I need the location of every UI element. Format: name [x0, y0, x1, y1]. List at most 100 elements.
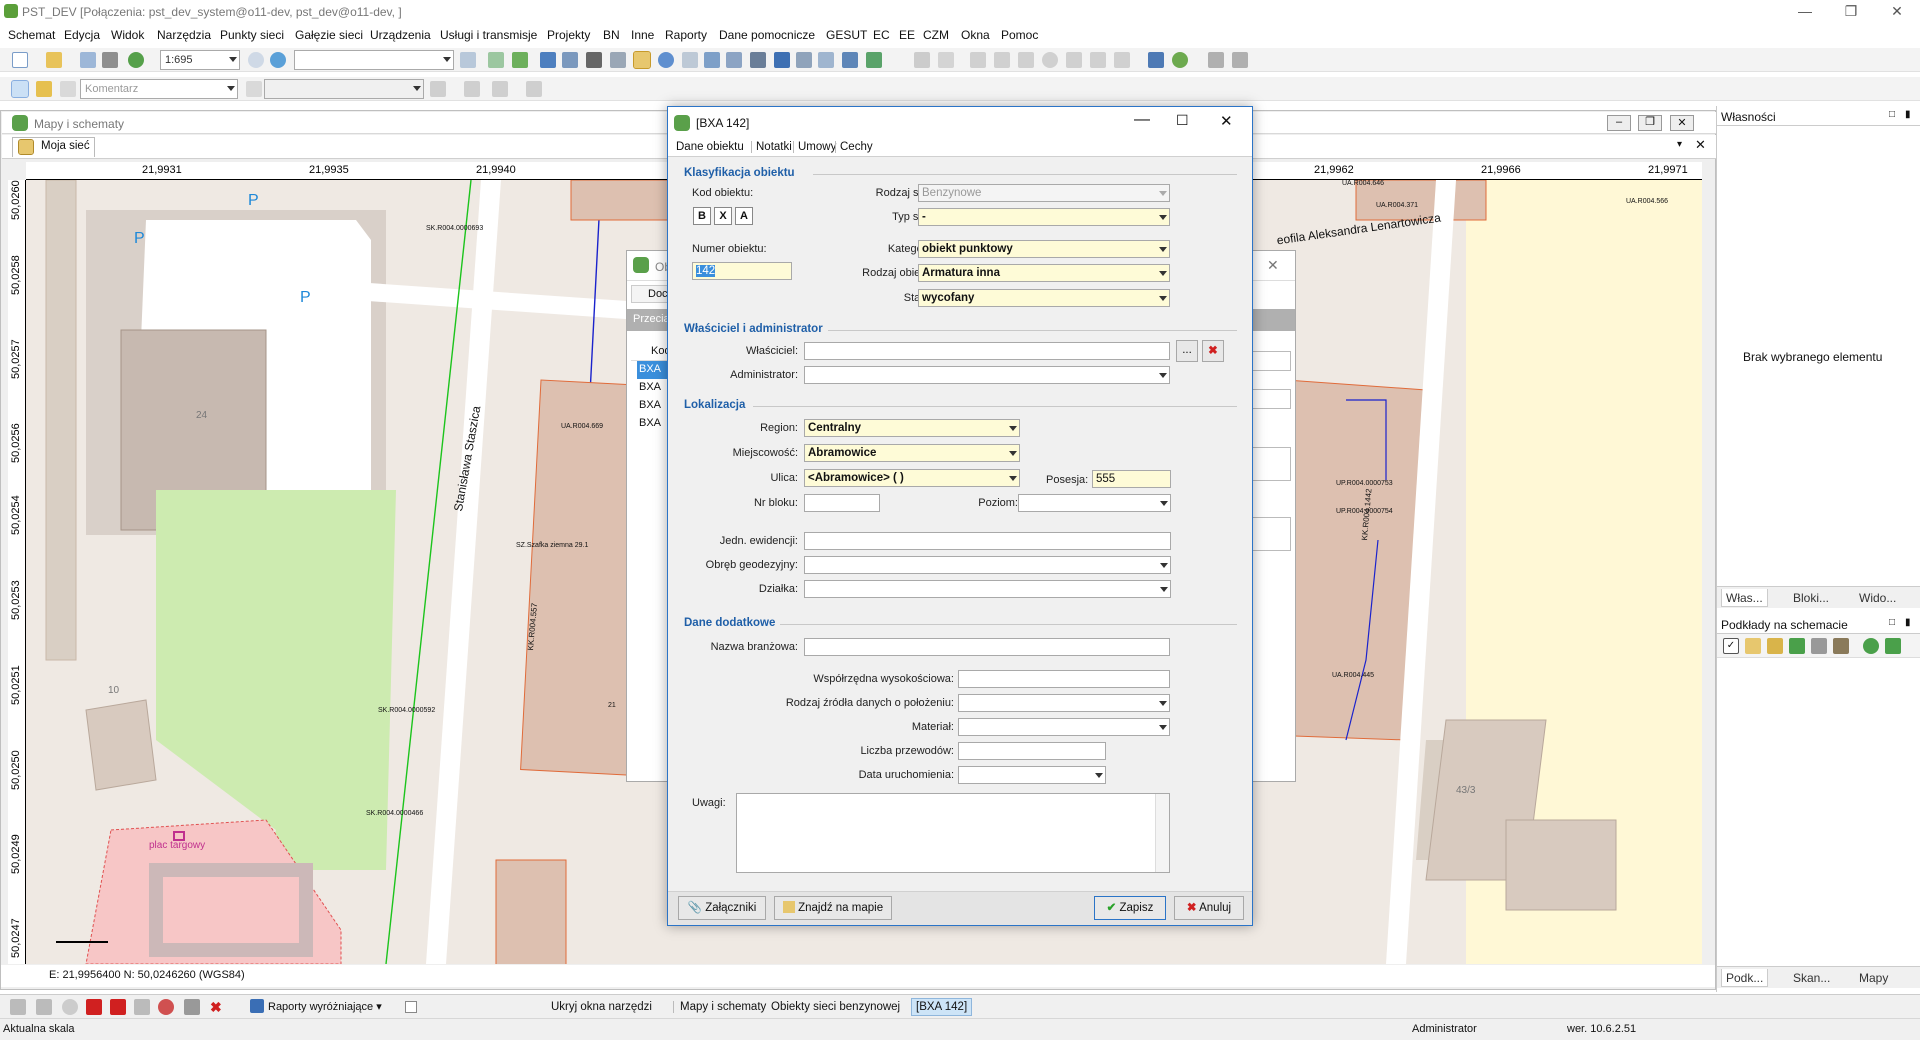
code-a-box[interactable]: A: [735, 207, 753, 225]
hierarchy-icon[interactable]: [36, 999, 52, 1015]
typ-sieci-select[interactable]: -: [918, 208, 1170, 226]
tab-dropdown-icon[interactable]: ▾: [1677, 139, 1682, 150]
new-icon[interactable]: [12, 52, 28, 68]
measure-icon[interactable]: [610, 52, 626, 68]
menu-dane-pomocnicze[interactable]: Dane pomocnicze: [719, 28, 815, 42]
disabled-tool-7-icon[interactable]: [1066, 52, 1082, 68]
layer-brown-icon[interactable]: [1833, 638, 1849, 654]
wlasciciel-browse-button[interactable]: ...: [1176, 340, 1198, 362]
anuluj-button[interactable]: ✖ Anuluj: [1174, 896, 1244, 920]
tab-moja-siec[interactable]: Moja sieć: [12, 137, 95, 157]
menu-pomoc[interactable]: Pomoc: [1001, 28, 1038, 42]
panel2-pin-icon[interactable]: □: [1889, 617, 1895, 628]
menu-czm[interactable]: CZM: [923, 28, 949, 42]
panel2-dock-icon[interactable]: ▮: [1905, 617, 1911, 628]
edit-icon[interactable]: [80, 52, 96, 68]
raster-icon[interactable]: [633, 51, 651, 69]
dialog-close-icon[interactable]: ✕: [1220, 112, 1233, 130]
gps-icon[interactable]: [1148, 52, 1164, 68]
expand-icon[interactable]: [866, 52, 882, 68]
binoculars-icon[interactable]: [586, 52, 602, 68]
znajdz-na-mapie-button[interactable]: Znajdź na mapie: [774, 896, 892, 920]
disabled-tool-2-icon[interactable]: [938, 52, 954, 68]
liczba-input[interactable]: [958, 742, 1106, 760]
rodzaj-obiektu-select[interactable]: Armatura inna: [918, 264, 1170, 282]
tab-wlasnosci[interactable]: Włas...: [1721, 589, 1768, 607]
menu-widok[interactable]: Widok: [111, 28, 144, 42]
disabled-tool-3-icon[interactable]: [970, 52, 986, 68]
administrator-select[interactable]: [804, 366, 1170, 384]
tab-bloki[interactable]: Bloki...: [1789, 589, 1833, 607]
comment-select[interactable]: Komentarz: [80, 79, 238, 99]
layer-gray-icon[interactable]: [1811, 638, 1827, 654]
red-square-icon[interactable]: [86, 999, 102, 1015]
grid-icon[interactable]: [540, 52, 556, 68]
obreb-select[interactable]: [804, 556, 1171, 574]
lock-icon[interactable]: [246, 81, 262, 97]
status-select[interactable]: wycofany: [918, 289, 1170, 307]
disabled-tool-9-icon[interactable]: [1114, 52, 1130, 68]
menu-ee[interactable]: EE: [899, 28, 915, 42]
task-bxa[interactable]: [BXA 142]: [911, 998, 973, 1016]
close-icon[interactable]: ✕: [1874, 0, 1920, 24]
panel-dock-icon[interactable]: ▮: [1905, 109, 1911, 120]
uwagi-scrollbar[interactable]: [1155, 794, 1169, 872]
scale-select[interactable]: 1:695: [160, 50, 240, 70]
miejscowosc-select[interactable]: Abramowice: [804, 444, 1020, 462]
map-icon[interactable]: [512, 52, 528, 68]
chain-icon[interactable]: [492, 81, 508, 97]
tool2-icon[interactable]: [774, 52, 790, 68]
zoom-icon[interactable]: [248, 52, 264, 68]
menu-urzadzenia[interactable]: Urządzenia: [370, 28, 431, 42]
map-restore-icon[interactable]: ❐: [1638, 115, 1662, 131]
style-select[interactable]: [264, 79, 424, 99]
panel-pin-icon[interactable]: □: [1889, 109, 1895, 120]
numer-input[interactable]: 142: [692, 262, 792, 280]
task-obiekty[interactable]: Obiekty sieci benzynowej: [771, 1001, 900, 1013]
pencil-icon[interactable]: [36, 81, 52, 97]
raporty-button[interactable]: Raporty wyróżniające ▾: [248, 998, 386, 1016]
restore-icon[interactable]: ❐: [1828, 0, 1874, 24]
checkbox-icon[interactable]: ✓: [1723, 638, 1739, 654]
pointer-icon[interactable]: [11, 80, 29, 98]
menu-uslugi[interactable]: Usługi i transmisje: [440, 28, 537, 42]
refresh-icon[interactable]: [128, 52, 144, 68]
minimize-icon[interactable]: —: [1782, 0, 1828, 24]
menu-raporty[interactable]: Raporty: [665, 28, 707, 42]
open-icon[interactable]: [46, 52, 62, 68]
nazwa-input[interactable]: [804, 638, 1170, 656]
add-layer-icon[interactable]: [1745, 638, 1761, 654]
disabled-tool-4-icon[interactable]: [994, 52, 1010, 68]
bg-close-icon[interactable]: ✕: [1267, 257, 1279, 274]
line-tool-icon[interactable]: [10, 999, 26, 1015]
alert-icon[interactable]: [158, 999, 174, 1015]
uwagi-textarea[interactable]: [736, 793, 1170, 873]
red-square2-icon[interactable]: [110, 999, 126, 1015]
menu-punkty-sieci[interactable]: Punkty sieci: [220, 28, 284, 42]
wlasciciel-clear-icon[interactable]: ✖: [1202, 340, 1224, 362]
disabled-tool-8-icon[interactable]: [1090, 52, 1106, 68]
jedn-input[interactable]: [804, 532, 1171, 550]
fit-icon[interactable]: [796, 52, 812, 68]
disabled-tool-1-icon[interactable]: [914, 52, 930, 68]
menu-edycja[interactable]: Edycja: [64, 28, 100, 42]
person2-icon[interactable]: [1232, 52, 1248, 68]
tab-podklady[interactable]: Podk...: [1721, 969, 1769, 987]
material-select[interactable]: [958, 718, 1170, 736]
menu-ec[interactable]: EC: [873, 28, 890, 42]
line-style-icon[interactable]: [430, 81, 446, 97]
snap-icon[interactable]: [842, 52, 858, 68]
refresh-layers-icon[interactable]: [1863, 638, 1879, 654]
rodzaj-sieci-select[interactable]: Benzynowe: [918, 184, 1170, 202]
map-close-icon[interactable]: ✕: [1670, 115, 1694, 131]
wlasciciel-input[interactable]: [804, 342, 1170, 360]
code-x-box[interactable]: X: [714, 207, 732, 225]
tab-widoki[interactable]: Wido...: [1855, 589, 1900, 607]
dialog-maximize-icon[interactable]: ☐: [1176, 112, 1189, 129]
tool-icon[interactable]: [750, 52, 766, 68]
edit-tool-icon[interactable]: [134, 999, 150, 1015]
tab-mapy[interactable]: Mapy: [1855, 969, 1892, 987]
poziom-select[interactable]: [1018, 494, 1171, 512]
menu-inne[interactable]: Inne: [631, 28, 654, 42]
hide-tools-button[interactable]: Ukryj okna narzędzi: [551, 1001, 652, 1013]
